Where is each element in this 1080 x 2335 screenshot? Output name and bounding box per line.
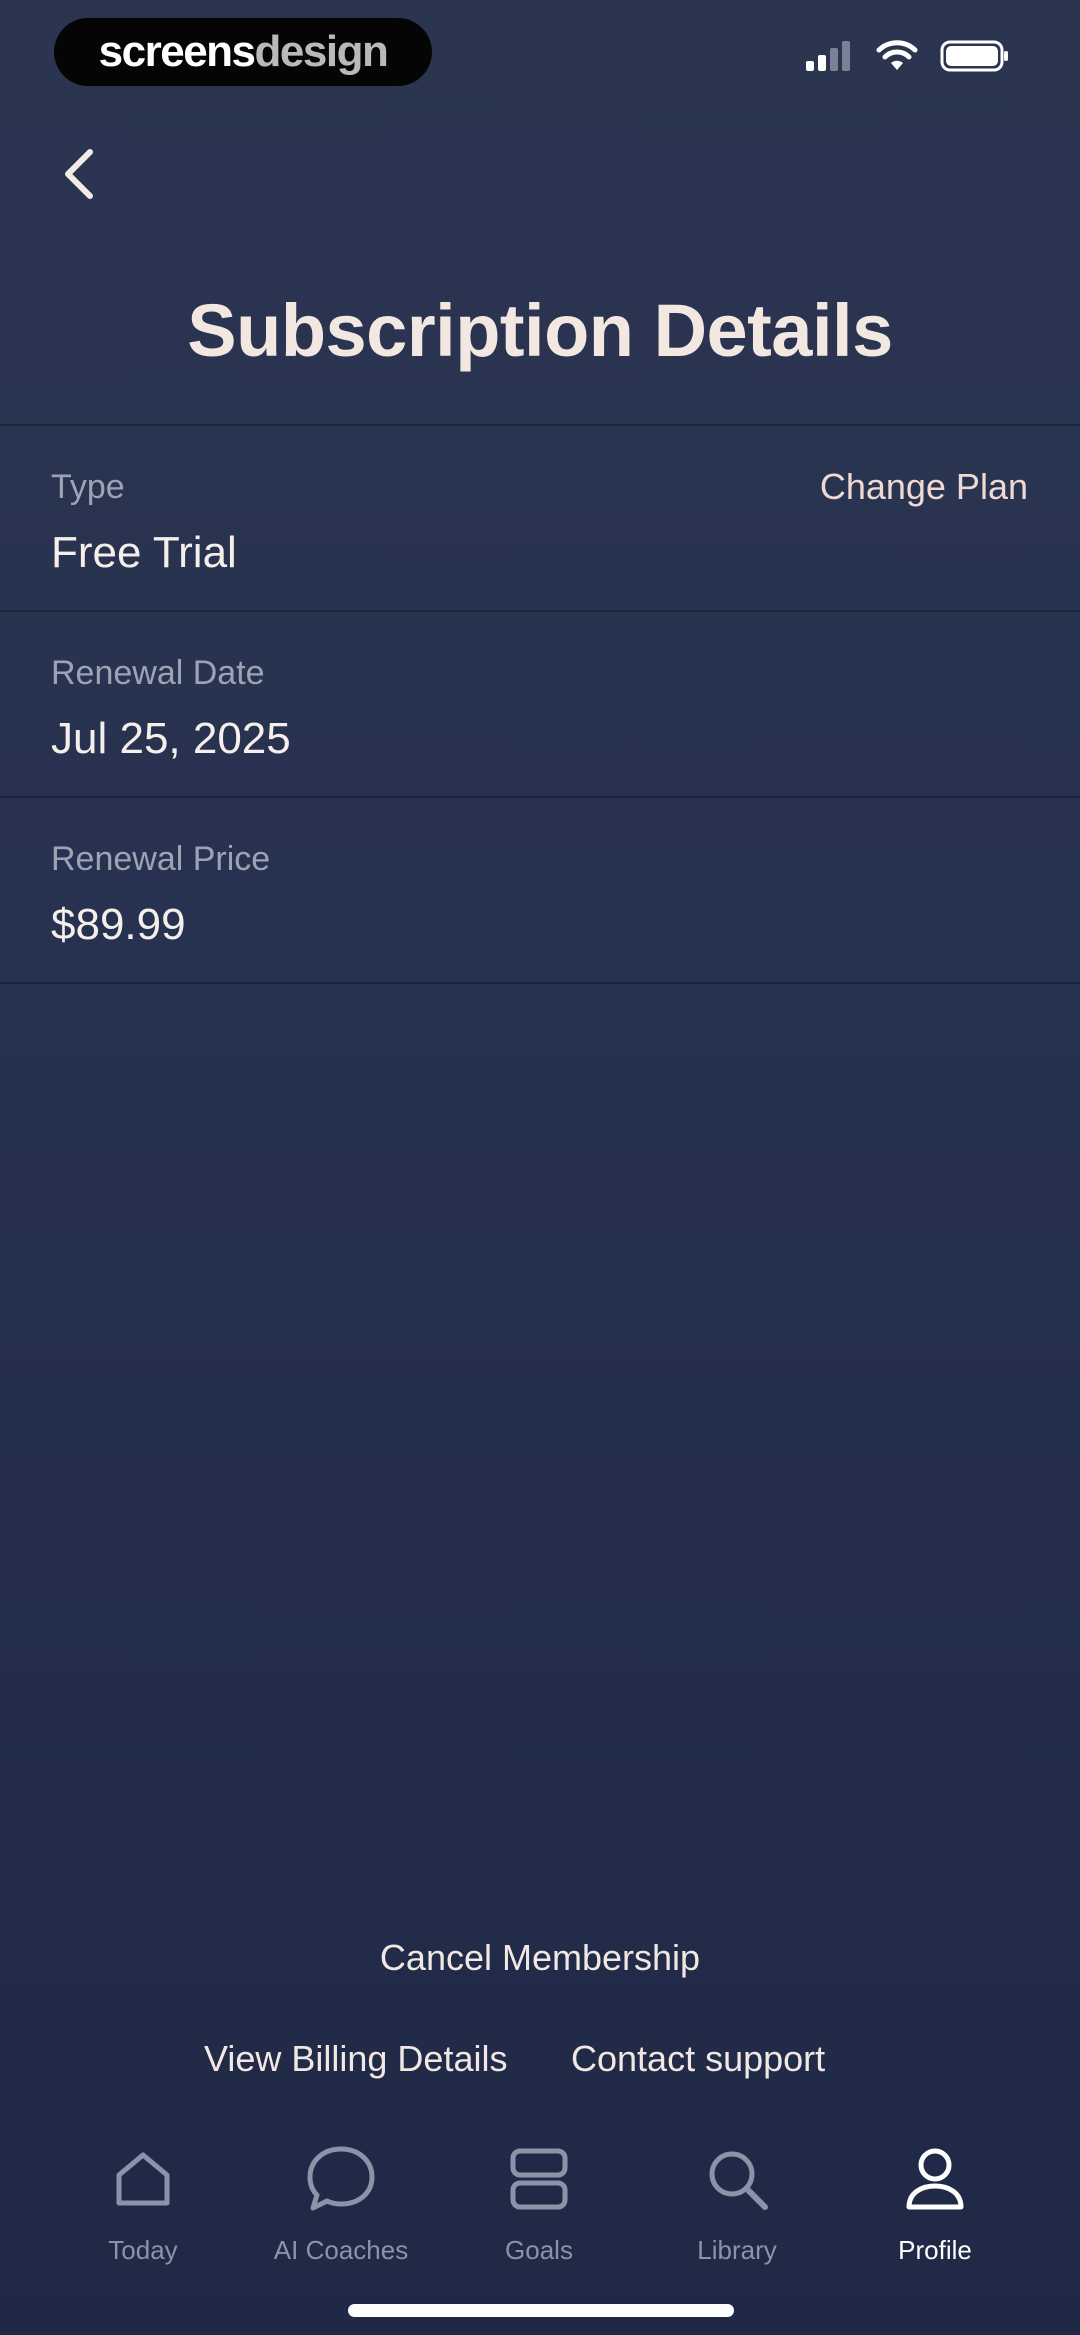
- renewal-date-row: Renewal Date Jul 25, 2025: [0, 612, 1080, 796]
- tab-label: AI Coaches: [273, 2235, 409, 2265]
- type-value: Free Trial: [51, 528, 237, 577]
- subscription-details-screen: screens design Subscription Details Type…: [0, 0, 1080, 2335]
- tab-goals[interactable]: Goals: [439, 2125, 639, 2275]
- tab-library[interactable]: Library: [637, 2125, 837, 2275]
- view-billing-details-link[interactable]: View Billing Details: [204, 2038, 507, 2080]
- stacked-rectangles-icon: [510, 2148, 568, 2210]
- renewal-price-value: $89.99: [51, 900, 186, 949]
- wifi-icon: [876, 40, 918, 70]
- tab-ai-coaches[interactable]: AI Coaches: [241, 2125, 441, 2275]
- tab-today[interactable]: Today: [43, 2125, 243, 2275]
- type-label: Type: [51, 468, 125, 506]
- chat-bubble-icon: [307, 2146, 375, 2211]
- renewal-price-row: Renewal Price $89.99: [0, 798, 1080, 982]
- cellular-signal-icon: [806, 41, 850, 71]
- tab-label: Library: [697, 2235, 777, 2265]
- tab-label: Goals: [505, 2235, 573, 2265]
- tab-label: Profile: [898, 2235, 972, 2265]
- search-icon: [709, 2151, 768, 2210]
- back-button[interactable]: [52, 142, 108, 206]
- battery-icon: [940, 40, 1008, 72]
- brand-logo-part2: design: [254, 27, 389, 76]
- subscription-type-row: Type Free Trial Change Plan: [0, 426, 1080, 610]
- change-plan-link[interactable]: Change Plan: [820, 466, 1028, 508]
- renewal-price-label: Renewal Price: [51, 840, 271, 878]
- home-icon: [116, 2152, 170, 2206]
- divider: [0, 982, 1080, 984]
- status-bar: screens design: [0, 0, 1080, 105]
- brand-logo: screens design: [54, 18, 432, 86]
- cancel-membership-button[interactable]: Cancel Membership: [0, 1937, 1080, 1979]
- tab-bar: Today AI Coaches Goals Library Profile: [0, 2125, 1080, 2275]
- tab-profile[interactable]: Profile: [835, 2125, 1035, 2275]
- home-indicator: [348, 2304, 734, 2317]
- status-icons: [806, 40, 1010, 72]
- contact-support-link[interactable]: Contact support: [571, 2038, 825, 2080]
- chevron-left-icon: [65, 149, 93, 199]
- tab-label: Today: [108, 2235, 178, 2265]
- person-icon: [906, 2148, 964, 2210]
- page-title: Subscription Details: [187, 289, 893, 372]
- renewal-date-value: Jul 25, 2025: [51, 714, 291, 763]
- brand-logo-part1: screens: [98, 27, 256, 76]
- renewal-date-label: Renewal Date: [51, 654, 265, 692]
